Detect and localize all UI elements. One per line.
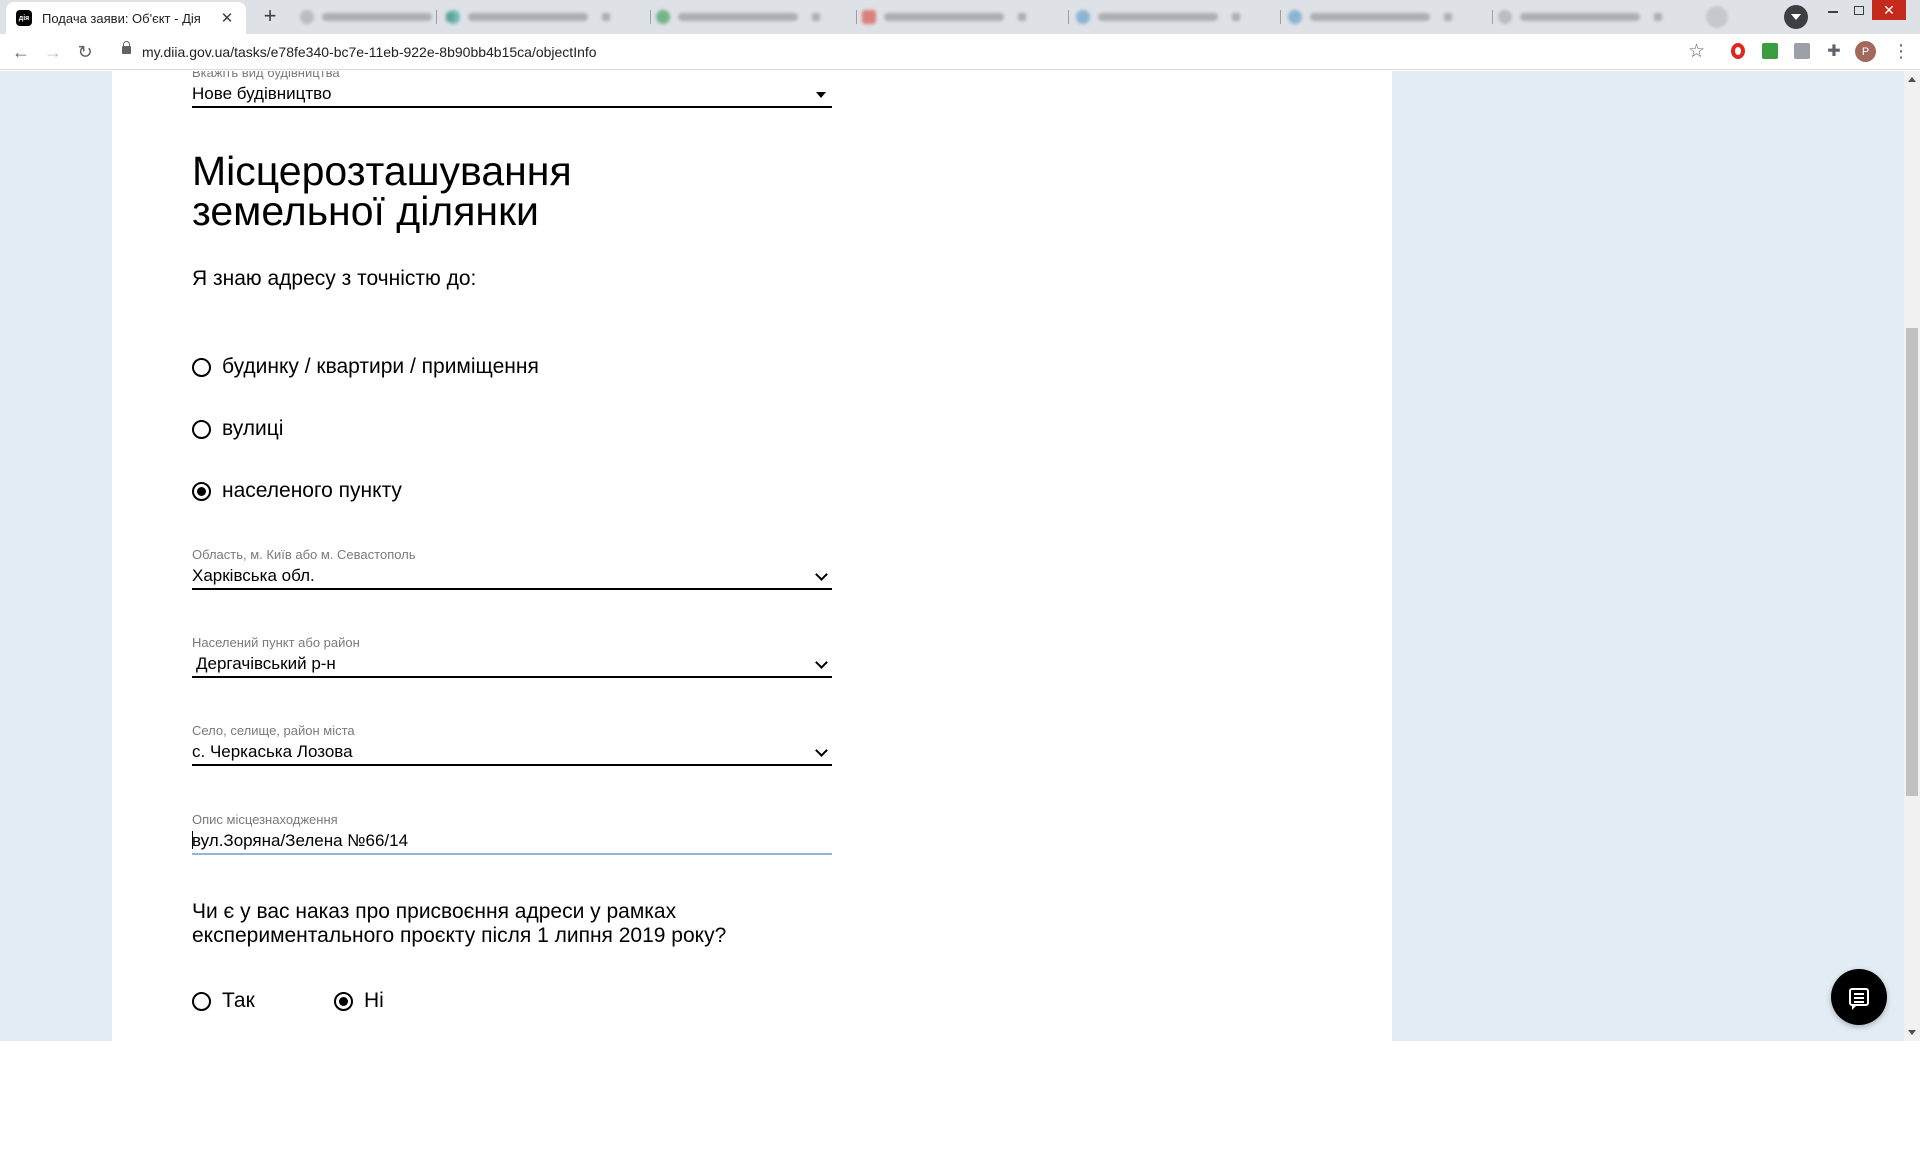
window-restore-button[interactable] [1846, 0, 1872, 20]
radio-button-checked[interactable] [192, 481, 211, 501]
browser-tab-blurred[interactable] [656, 6, 820, 28]
radio-option-no[interactable]: Ні [334, 989, 384, 1013]
chat-icon [1849, 988, 1869, 1010]
page-scrollbar[interactable] [1904, 71, 1920, 1041]
dropdown-triangle-icon[interactable] [816, 92, 826, 98]
tab-search-icon[interactable] [1784, 5, 1808, 29]
window-close-button[interactable]: ✕ [1872, 0, 1906, 20]
section-title-line: Місцерозташування [192, 148, 572, 194]
village-value: с. Черкаська Лозова [192, 742, 353, 761]
forward-arrow-icon[interactable]: → [41, 40, 65, 64]
location-description-input[interactable]: вул.Зоряна/Зелена №66/14 [192, 827, 832, 855]
radio-option-settlement[interactable]: населеного пункту [192, 479, 402, 503]
tab-close-icon[interactable]: ✕ [218, 9, 236, 27]
village-select[interactable]: с. Черкаська Лозова [192, 738, 832, 766]
browser-tab-active[interactable]: дія Подача заяви: Об'єкт - Дія ✕ [6, 2, 246, 34]
district-select[interactable]: Дергачівський р-н [192, 650, 832, 678]
radio-label[interactable]: вулиці [222, 417, 283, 441]
address-order-question: Чи є у вас наказ про присвоєння адреси у… [192, 900, 726, 948]
extensions-puzzle-icon[interactable]: ✚ [1825, 42, 1843, 60]
green-extension-icon[interactable] [1761, 42, 1779, 60]
district-value: Дергачівський р-н [196, 654, 336, 673]
page-margin-right [1792, 71, 1904, 1041]
question-line: Чи є у вас наказ про присвоєння адреси у… [192, 900, 677, 923]
section-title: Місцерозташування земельної ділянки [192, 148, 572, 234]
browser-tab-blurred[interactable] [1076, 6, 1240, 28]
scroll-up-arrow-icon[interactable] [1908, 77, 1916, 82]
bookmark-star-icon[interactable]: ☆ [1688, 40, 1705, 63]
tab-separator [436, 10, 437, 24]
radio-label[interactable]: будинку / квартири / приміщення [222, 355, 539, 379]
region-select[interactable]: Харківська обл. [192, 562, 832, 590]
address-bar[interactable]: my.diia.gov.ua/tasks/e78fe340-bc7e-11eb-… [110, 38, 1705, 66]
tab-separator [1492, 10, 1493, 24]
address-precision-question: Я знаю адресу з точністю до: [192, 267, 477, 290]
back-arrow-icon[interactable]: ← [9, 40, 33, 64]
tab-separator [1280, 10, 1281, 24]
location-description-value[interactable]: вул.Зоряна/Зелена №66/14 [192, 831, 408, 851]
scrollbar-thumb[interactable] [1906, 328, 1918, 796]
question-line: експериментального проєкту після 1 липня… [192, 924, 727, 947]
radio-label[interactable]: Так [222, 989, 255, 1013]
district-label: Населений пункт або район [192, 635, 360, 650]
window-minimize-button[interactable] [1820, 0, 1846, 20]
radio-button[interactable] [192, 991, 211, 1011]
blank-area-below-viewport [0, 1041, 1920, 1175]
radio-button-checked[interactable] [334, 991, 353, 1011]
page-margin-left [0, 71, 112, 1041]
tab-separator [856, 10, 857, 24]
construction-type-field[interactable]: Вкажіть вид будівництва Нове будівництво [192, 71, 832, 108]
url-text[interactable]: my.diia.gov.ua/tasks/e78fe340-bc7e-11eb-… [142, 44, 597, 60]
opera-extension-icon[interactable] [1729, 42, 1747, 60]
browser-tab-blurred[interactable] [862, 6, 1026, 28]
profile-avatar[interactable]: P [1855, 41, 1876, 62]
radio-button[interactable] [192, 419, 211, 439]
chevron-down-icon[interactable] [815, 744, 828, 757]
diia-favicon-icon: дія [16, 10, 32, 26]
right-side-panel [1392, 71, 1792, 1041]
chevron-down-icon[interactable] [815, 656, 828, 669]
gray-extension-icon[interactable] [1793, 42, 1811, 60]
region-label: Область, м. Київ або м. Севастополь [192, 547, 416, 562]
chevron-down-icon[interactable] [815, 568, 828, 581]
lock-icon[interactable] [122, 41, 131, 54]
tab-title: Подача заяви: Об'єкт - Дія [42, 10, 201, 26]
scroll-down-arrow-icon[interactable] [1908, 1030, 1916, 1035]
browser-tab-strip: дія Подача заяви: Об'єкт - Дія ✕ + ✕ [0, 0, 1920, 34]
location-description-field[interactable]: Опис місцезнаходження вул.Зоряна/Зелена … [192, 812, 832, 855]
browser-tab-blurred[interactable] [1498, 6, 1662, 28]
browser-tab-blurred[interactable] [1288, 6, 1452, 28]
page-viewport: Вкажіть вид будівництва Нове будівництво… [0, 71, 1920, 1041]
browser-menu-icon[interactable]: ⋮ [1892, 40, 1910, 64]
construction-type-value: Нове будівництво [192, 84, 332, 103]
browser-tab-blurred[interactable] [300, 6, 454, 28]
browser-toolbar: ← → ↻ my.diia.gov.ua/tasks/e78fe340-bc7e… [0, 34, 1920, 70]
tab-separator [650, 10, 651, 24]
browser-tab-blurred[interactable] [446, 6, 610, 28]
radio-label[interactable]: Ні [364, 989, 384, 1013]
radio-button[interactable] [192, 357, 211, 377]
chat-button[interactable] [1831, 969, 1887, 1025]
location-description-label: Опис місцезнаходження [192, 812, 338, 827]
district-field[interactable]: Населений пункт або район Дергачівський … [192, 635, 832, 678]
tab-separator [1068, 10, 1069, 24]
region-field[interactable]: Область, м. Київ або м. Севастополь Харк… [192, 547, 832, 590]
radio-label[interactable]: населеного пункту [222, 479, 402, 503]
radio-option-yes[interactable]: Так [192, 989, 255, 1013]
region-value: Харківська обл. [192, 566, 315, 585]
reload-icon[interactable]: ↻ [73, 40, 97, 64]
new-tab-button[interactable]: + [258, 5, 282, 29]
construction-type-select[interactable]: Нове будівництво [192, 80, 832, 108]
village-label: Село, селище, район міста [192, 723, 355, 738]
form-content: Вкажіть вид будівництва Нове будівництво… [112, 71, 1392, 1041]
construction-type-label: Вкажіть вид будівництва [192, 71, 340, 80]
village-field[interactable]: Село, селище, район міста с. Черкаська Л… [192, 723, 832, 766]
radio-option-building[interactable]: будинку / квартири / приміщення [192, 355, 539, 379]
radio-option-street[interactable]: вулиці [192, 417, 283, 441]
section-title-line: земельної ділянки [192, 188, 539, 234]
blurred-profile-icon [1706, 6, 1728, 28]
